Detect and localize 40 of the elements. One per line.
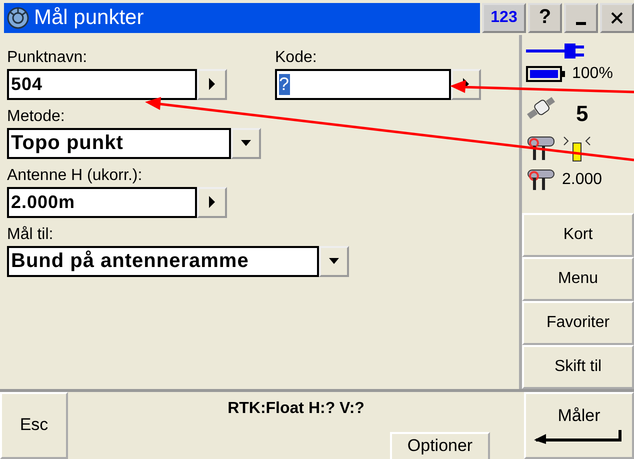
receiver-icon <box>526 134 556 161</box>
rose-logo-icon <box>6 6 30 30</box>
options-button[interactable]: Optioner <box>390 432 490 459</box>
arrow-button[interactable] <box>197 68 227 100</box>
input-field[interactable]: Bund på antenneramme <box>7 246 319 277</box>
field-label: Kode: <box>275 48 318 67</box>
antenna-height: 2.000 <box>562 170 602 189</box>
input-field[interactable]: Topo punkt <box>7 128 231 159</box>
receiver-icon <box>526 168 556 191</box>
field-label: Antenne H (ukorr.): <box>7 166 144 185</box>
satellite-count: 5 <box>576 100 588 127</box>
help-button[interactable]: ? <box>528 3 562 33</box>
satellite-icon <box>526 94 556 121</box>
battery-level: 100% <box>572 64 613 83</box>
side-button[interactable]: Menu <box>522 256 634 301</box>
input-field[interactable]: 2.000m <box>7 186 197 218</box>
field-label: Punktnavn: <box>7 48 88 67</box>
enter-arrow-icon <box>534 428 624 444</box>
input-field[interactable]: 504 <box>7 68 197 100</box>
input-mode-button[interactable]: 123 <box>482 3 526 33</box>
measure-button[interactable]: Måler <box>524 392 634 459</box>
side-button[interactable]: Favoriter <box>522 300 634 345</box>
side-button[interactable]: Kort <box>522 212 634 257</box>
field-label: Metode: <box>7 108 66 126</box>
field-label: Mål til: <box>7 226 54 244</box>
close-button[interactable] <box>600 3 634 33</box>
rtk-status: RTK:Float H:? V:? <box>228 400 364 418</box>
input-field[interactable]: ? <box>275 68 451 100</box>
minimize-button[interactable] <box>564 3 598 33</box>
dropdown-button[interactable] <box>231 128 261 159</box>
arrow-button[interactable] <box>197 186 227 218</box>
side-button[interactable]: Skift til <box>522 344 634 389</box>
esc-button[interactable]: Esc <box>0 392 68 459</box>
caret-right-icon <box>207 78 217 90</box>
window-title: Mål punkter <box>34 6 144 30</box>
close-icon <box>610 10 624 25</box>
battery-icon <box>526 66 566 82</box>
minimize-icon <box>576 22 586 26</box>
dropdown-button[interactable] <box>319 246 349 277</box>
caret-right-icon <box>207 196 217 208</box>
